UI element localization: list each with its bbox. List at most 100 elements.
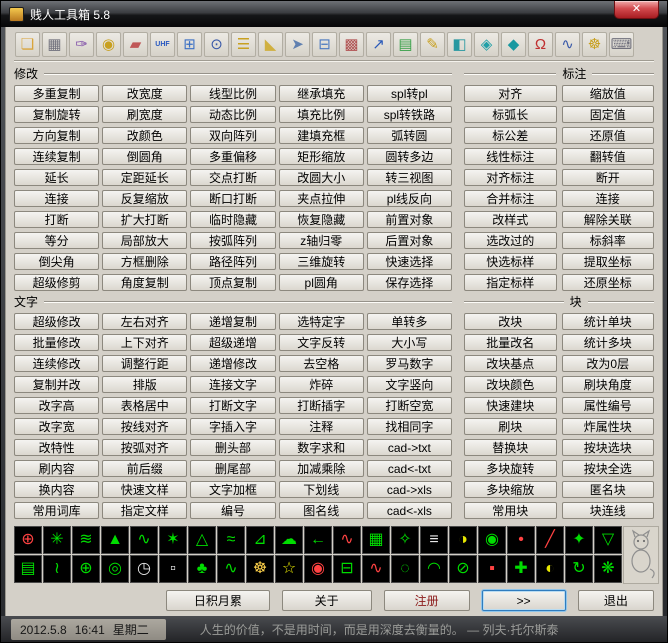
- tool-button[interactable]: 圆转多边: [366, 148, 452, 165]
- tool-button[interactable]: 炸属性块: [561, 418, 654, 435]
- palette-cell[interactable]: ✚: [507, 555, 535, 583]
- palette-cell[interactable]: ⊘: [449, 555, 477, 583]
- tool-button[interactable]: 超级修剪: [14, 274, 100, 291]
- tool-button[interactable]: 选特定字: [278, 313, 364, 330]
- tool-button[interactable]: 指定文样: [102, 502, 188, 519]
- tool-button[interactable]: 恢复隐藏: [278, 211, 364, 228]
- tool-button[interactable]: 匿名块: [561, 481, 654, 498]
- tool-button[interactable]: 文字反转: [278, 334, 364, 351]
- pointer-icon[interactable]: ➤: [285, 32, 310, 57]
- palette-cell[interactable]: ◌: [391, 555, 419, 583]
- tool-button[interactable]: 删头部: [190, 439, 276, 456]
- erase-icon[interactable]: ▰: [123, 32, 148, 57]
- tool-button[interactable]: 弧转圆: [366, 127, 452, 144]
- monitor-icon[interactable]: ◧: [447, 32, 472, 57]
- tool-button[interactable]: 对齐: [464, 85, 557, 102]
- tool-button[interactable]: 改颜色: [102, 127, 188, 144]
- palette-cell[interactable]: ☆: [275, 555, 303, 583]
- tool-button[interactable]: 改字高: [14, 397, 100, 414]
- palette-cell[interactable]: ↻: [565, 555, 593, 583]
- tool-button[interactable]: 统计单块: [561, 313, 654, 330]
- tool-button[interactable]: 刷块角度: [561, 376, 654, 393]
- tool-button[interactable]: 倒圆角: [102, 148, 188, 165]
- more-button[interactable]: >>: [481, 590, 566, 611]
- tool-button[interactable]: 保存选择: [366, 274, 452, 291]
- palette-cell[interactable]: ▪: [478, 555, 506, 583]
- probe-icon[interactable]: ∿: [555, 32, 580, 57]
- tool-button[interactable]: 单转多: [366, 313, 452, 330]
- tool-button[interactable]: 连接: [561, 190, 654, 207]
- palette-cell[interactable]: ◑: [449, 526, 477, 554]
- tool-button[interactable]: 批量改名: [464, 334, 557, 351]
- palette-cell[interactable]: ∿: [333, 526, 361, 554]
- tool-button[interactable]: 打断文字: [190, 397, 276, 414]
- tool-button[interactable]: 填充比例: [278, 106, 364, 123]
- tool-button[interactable]: 前置对象: [366, 211, 452, 228]
- palette-cell[interactable]: ≈: [217, 526, 245, 554]
- tool-button[interactable]: 按块选块: [561, 439, 654, 456]
- tool-button[interactable]: 罗马数字: [366, 355, 452, 372]
- tool-button[interactable]: 矩形缩放: [278, 148, 364, 165]
- tool-button[interactable]: 连接文字: [190, 376, 276, 393]
- tool-button[interactable]: 复制并改: [14, 376, 100, 393]
- tool-button[interactable]: 删尾部: [190, 460, 276, 477]
- tool-button[interactable]: 超级递增: [190, 334, 276, 351]
- palette-cell[interactable]: ❋: [594, 555, 622, 583]
- tool-button[interactable]: 超级修改: [14, 313, 100, 330]
- tool-button[interactable]: 标弧长: [464, 106, 557, 123]
- palette-cell[interactable]: ◷: [130, 555, 158, 583]
- tool-button[interactable]: 快选标样: [464, 253, 557, 270]
- tool-button[interactable]: pl线反向: [366, 190, 452, 207]
- palette-cell[interactable]: ◐: [536, 555, 564, 583]
- tool-button[interactable]: 定距延长: [102, 169, 188, 186]
- tool-button[interactable]: 排版: [102, 376, 188, 393]
- export-arrow-icon[interactable]: ↗: [366, 32, 391, 57]
- tool-button[interactable]: 换内容: [14, 481, 100, 498]
- tool-button[interactable]: 加减乘除: [278, 460, 364, 477]
- tool-button[interactable]: 按弧阵列: [190, 232, 276, 249]
- tool-button[interactable]: 左右对齐: [102, 313, 188, 330]
- tool-button[interactable]: spl转铁路: [366, 106, 452, 123]
- wedge-icon[interactable]: ◣: [258, 32, 283, 57]
- daily-tips-button[interactable]: 日积月累: [166, 590, 270, 611]
- tool-button[interactable]: 指定标样: [464, 274, 557, 291]
- uhf-tool-icon[interactable]: UHF: [150, 32, 175, 57]
- palette-cell[interactable]: •: [507, 526, 535, 554]
- zoom-icon[interactable]: ⊙: [204, 32, 229, 57]
- palette-cell[interactable]: ✶: [159, 526, 187, 554]
- tool-button[interactable]: 标斜率: [561, 232, 654, 249]
- tool-button[interactable]: 文字加框: [190, 481, 276, 498]
- palette-cell[interactable]: ⊕: [14, 526, 42, 554]
- tool-button[interactable]: 转三视图: [366, 169, 452, 186]
- palette-cell[interactable]: ☸: [246, 555, 274, 583]
- tool-button[interactable]: 对齐标注: [464, 169, 557, 186]
- print-icon[interactable]: ▦: [42, 32, 67, 57]
- tool-button[interactable]: 双向阵列: [190, 127, 276, 144]
- tool-button[interactable]: 大小写: [366, 334, 452, 351]
- tool-button[interactable]: 动态比例: [190, 106, 276, 123]
- palette-cell[interactable]: ✳: [43, 526, 71, 554]
- tool-button[interactable]: 刷块: [464, 418, 557, 435]
- flowchart-icon[interactable]: ⊟: [312, 32, 337, 57]
- tool-button[interactable]: 块连线: [561, 502, 654, 519]
- tool-button[interactable]: 线型比例: [190, 85, 276, 102]
- tool-button[interactable]: 连接: [14, 190, 100, 207]
- tool-button[interactable]: 打断空宽: [366, 397, 452, 414]
- tool-button[interactable]: 快速文样: [102, 481, 188, 498]
- calculator-icon[interactable]: ⊞: [177, 32, 202, 57]
- tool-button[interactable]: 连续修改: [14, 355, 100, 372]
- tool-button[interactable]: 改字宽: [14, 418, 100, 435]
- tool-button[interactable]: 方框删除: [102, 253, 188, 270]
- tool-button[interactable]: 按块全选: [561, 460, 654, 477]
- register-button[interactable]: 注册: [383, 590, 470, 611]
- tool-button[interactable]: pl圆角: [278, 274, 364, 291]
- tool-button[interactable]: 文字竖向: [366, 376, 452, 393]
- tool-button[interactable]: 等分: [14, 232, 100, 249]
- tool-button[interactable]: 注释: [278, 418, 364, 435]
- palette-cell[interactable]: ⊿: [246, 526, 274, 554]
- tool-button[interactable]: 夹点拉伸: [278, 190, 364, 207]
- palette-cell[interactable]: ▤: [14, 555, 42, 583]
- about-button[interactable]: 关于: [281, 590, 372, 611]
- cube-3d-icon[interactable]: ◈: [474, 32, 499, 57]
- tool-button[interactable]: 交点打断: [190, 169, 276, 186]
